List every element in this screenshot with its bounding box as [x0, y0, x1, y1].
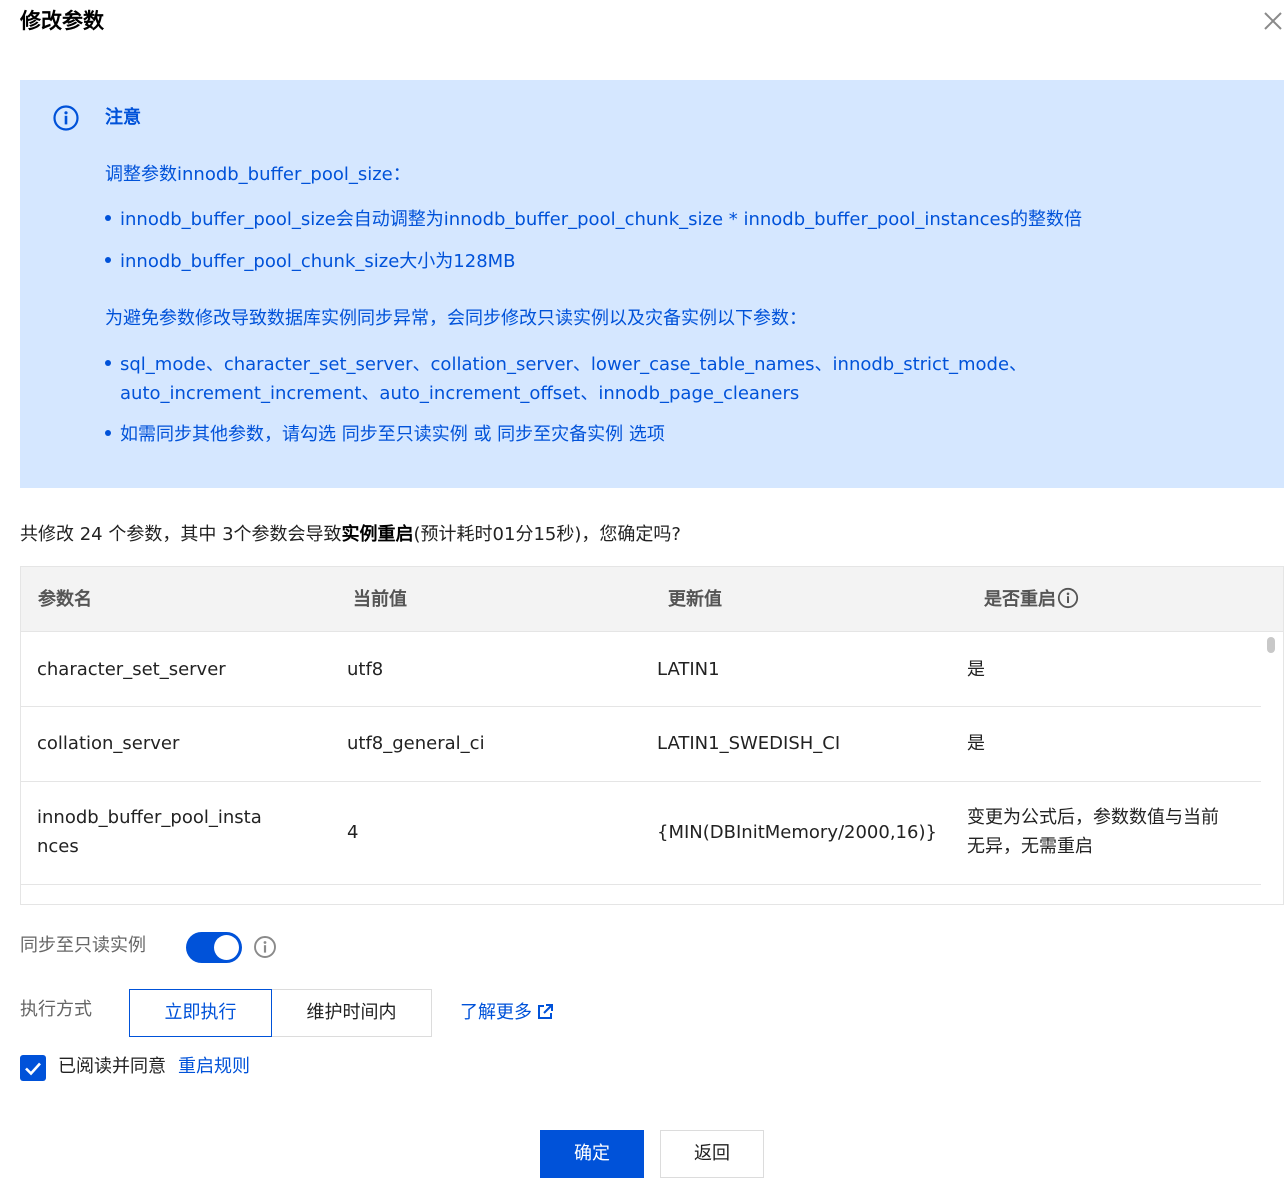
table-row: innodb_buffer_pool_insta nces 4 {MIN(DBI… [21, 782, 1261, 885]
cell-name: innodb_buffer_pool_insta nces [37, 803, 262, 861]
notice-bullet: innodb_buffer_pool_size会自动调整为innodb_buff… [105, 205, 1082, 234]
summary-prefix: 共修改 24 个参数，其中 3个参数会导致 [20, 524, 342, 545]
cell-name: character_set_server [37, 659, 226, 680]
cell-updated: LATIN1 [657, 659, 720, 680]
header-restart: 是否重启 [984, 587, 1079, 613]
cell-current: utf8 [347, 659, 384, 680]
cell-current: utf8_general_ci [347, 733, 485, 754]
info-circle-icon[interactable] [1057, 587, 1079, 609]
cell-restart: 是 [967, 659, 985, 680]
summary-bold: 实例重启 [341, 524, 414, 545]
restart-rules-link[interactable]: 重启规则 [178, 1054, 250, 1080]
confirm-button[interactable]: 确定 [540, 1130, 644, 1178]
table-row: character_set_server utf8 LATIN1 是 [21, 633, 1261, 707]
notice-bullet: 如需同步其他参数，请勾选 同步至只读实例 或 同步至灾备实例 选项 [105, 420, 665, 449]
info-circle-icon[interactable] [253, 935, 277, 959]
notice-title: 注意 [105, 107, 141, 128]
execution-label: 执行方式 [20, 999, 92, 1020]
info-circle-icon [53, 105, 79, 131]
header-name: 参数名 [38, 589, 92, 610]
cell-restart-line: 变更为公式后，参数数值与当前 [967, 807, 1219, 828]
cell-current: 4 [347, 822, 359, 843]
notice-bullet: sql_mode、character_set_server、collation_… [105, 350, 1027, 408]
dialog-title: 修改参数 [20, 9, 104, 33]
table-scrollbar-thumb[interactable] [1267, 637, 1275, 653]
sync-readonly-toggle[interactable] [186, 932, 242, 963]
cell-restart: 是 [967, 733, 985, 754]
params-table: 参数名 当前值 更新值 是否重启 character_set_server ut… [20, 566, 1284, 905]
toggle-knob [214, 935, 239, 960]
header-current: 当前值 [353, 589, 407, 610]
summary-suffix: (预计耗时01分15秒)，您确定吗? [413, 524, 681, 545]
cell-name: collation_server [37, 733, 180, 754]
header-restart-label: 是否重启 [984, 589, 1056, 610]
notice-bullet: innodb_buffer_pool_chunk_size大小为128MB [105, 247, 516, 276]
learn-more-link[interactable]: 了解更多 [460, 1000, 554, 1026]
table-row: collation_server utf8_general_ci LATIN1_… [21, 707, 1261, 782]
summary-text: 共修改 24 个参数，其中 3个参数会导致实例重启(预计耗时01分15秒)，您确… [20, 522, 681, 548]
agree-checkbox[interactable] [20, 1055, 46, 1081]
learn-more-text: 了解更多 [460, 1002, 532, 1023]
table-scrollbar[interactable] [1263, 633, 1283, 904]
notice-bullet-text: sql_mode、character_set_server、collation_… [120, 354, 1028, 375]
notice-bullet-text: 如需同步其他参数，请勾选 同步至只读实例 或 同步至灾备实例 选项 [120, 424, 665, 445]
back-button[interactable]: 返回 [660, 1130, 764, 1178]
notice-bullet-text: innodb_buffer_pool_chunk_size大小为128MB [120, 251, 516, 272]
notice-bullet-text: innodb_buffer_pool_size会自动调整为innodb_buff… [120, 209, 1082, 230]
notice-paragraph: 为避免参数修改导致数据库实例同步异常，会同步修改只读实例以及灾备实例以下参数： [105, 308, 807, 329]
cell-restart-line: 无异，无需重启 [967, 836, 1093, 857]
check-icon [25, 1062, 41, 1076]
close-icon[interactable] [1262, 10, 1284, 32]
notice-paragraph: 调整参数innodb_buffer_pool_size： [105, 164, 411, 185]
sync-readonly-label: 同步至只读实例 [20, 935, 146, 956]
execute-maintenance-button[interactable]: 维护时间内 [271, 989, 432, 1037]
cell-restart: 变更为公式后，参数数值与当前 无异，无需重启 [967, 803, 1219, 861]
cell-name-line: innodb_buffer_pool_insta [37, 807, 262, 828]
cell-name-line: nces [37, 836, 79, 857]
table-header: 参数名 当前值 更新值 是否重启 [21, 567, 1283, 632]
header-updated: 更新值 [668, 589, 722, 610]
notice-bullet-text: auto_increment_increment、auto_increment_… [120, 383, 800, 404]
agree-text: 已阅读并同意 [58, 1056, 166, 1077]
cell-updated: LATIN1_SWEDISH_CI [657, 733, 841, 754]
cell-updated: {MIN(DBInitMemory/2000,16)} [657, 822, 937, 843]
execute-now-button[interactable]: 立即执行 [129, 989, 272, 1037]
external-link-icon [538, 1004, 553, 1019]
